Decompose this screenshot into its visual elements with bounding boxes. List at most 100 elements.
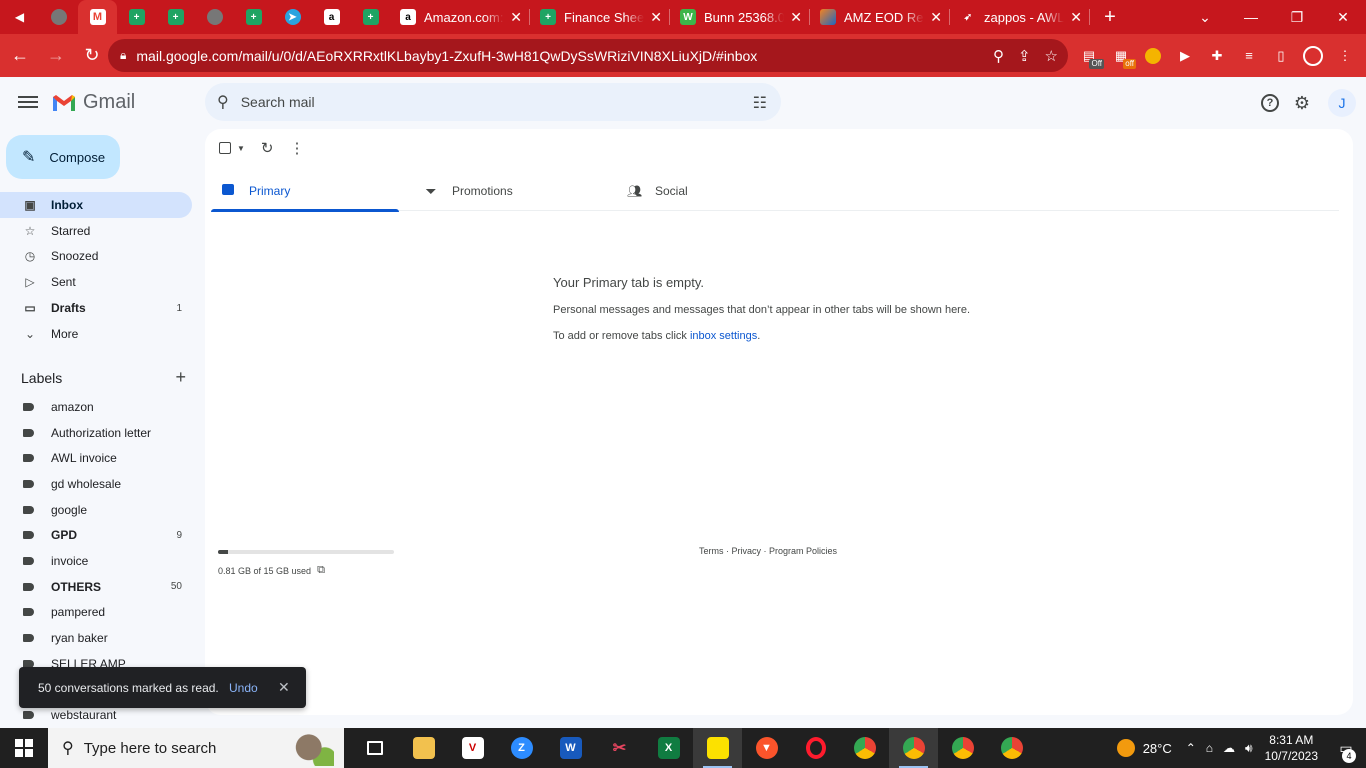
reload-button[interactable]: ↻ (76, 40, 108, 72)
close-icon[interactable]: ✕ (510, 9, 522, 26)
chrome-menu-button[interactable]: ⋮ (1334, 45, 1356, 67)
extension-3[interactable] (1142, 45, 1164, 67)
start-button[interactable] (0, 728, 48, 768)
media-control[interactable]: ≡ (1238, 45, 1260, 67)
profile-button[interactable] (1302, 45, 1324, 67)
search-icon[interactable]: ⚲ (217, 92, 229, 112)
cloud-icon[interactable]: ☁ (1223, 741, 1235, 756)
pinned-tab-5[interactable] (195, 0, 234, 34)
taskbar-app-sticky-notes[interactable] (693, 728, 742, 768)
weather-temperature[interactable]: 28°C (1143, 741, 1172, 756)
extension-4[interactable]: ▶ (1174, 45, 1196, 67)
compose-button[interactable]: ✎ Compose (6, 135, 120, 179)
program-policies-link[interactable]: Program Policies (769, 546, 837, 556)
taskbar-clock[interactable]: 8:31 AM 10/7/2023 (1265, 732, 1318, 764)
tab-search-button[interactable]: ⌄ (1182, 0, 1228, 34)
weather-sun-icon[interactable] (1116, 739, 1135, 757)
main-menu-button[interactable] (18, 93, 38, 113)
tab-promotions[interactable]: ⏷ Promotions (414, 171, 617, 211)
taskbar-search[interactable]: ⚲ Type here to search (48, 728, 344, 768)
label-item[interactable]: AWL invoice (0, 445, 192, 471)
search-input[interactable] (240, 94, 721, 110)
taskbar-app-brave[interactable]: ▼ (742, 728, 791, 768)
extension-1[interactable]: ▤ Off (1078, 45, 1104, 69)
search-bar[interactable]: ⚲ ☷ (205, 83, 781, 121)
help-icon[interactable]: ? (1261, 94, 1279, 112)
close-icon[interactable]: ✕ (930, 9, 942, 26)
tab-zappos[interactable]: ➶ zappos - AWL ✕ (950, 0, 1090, 34)
sidebar-item-inbox[interactable]: ▣ Inbox (0, 192, 192, 218)
add-label-icon[interactable]: + (175, 367, 186, 388)
task-view-button[interactable] (350, 728, 399, 768)
share-icon[interactable]: ⇪ (1018, 47, 1031, 65)
taskbar-app-opera[interactable] (791, 728, 840, 768)
taskbar-app-zoom[interactable]: Z (497, 728, 546, 768)
label-item[interactable]: invoice (0, 548, 192, 574)
address-bar[interactable]: 🔒︎ mail.google.com/mail/u/0/d/AEoRXRRxtl… (108, 39, 1068, 72)
label-item[interactable]: google (0, 497, 192, 523)
close-icon[interactable]: ✕ (650, 9, 662, 26)
taskbar-app-chrome-1[interactable] (840, 728, 889, 768)
taskbar-app-chrome-2[interactable] (889, 728, 938, 768)
zoom-icon[interactable]: ⚲ (993, 47, 1004, 65)
gmail-logo[interactable]: Gmail (51, 91, 135, 114)
external-link-icon[interactable]: ⧉ (317, 564, 325, 577)
volume-icon[interactable]: 🔊︎ (1245, 741, 1253, 756)
label-item[interactable]: ryan baker (0, 625, 192, 651)
chevron-up-icon[interactable]: ⌃ (1186, 741, 1196, 756)
more-options-icon[interactable]: ⋮ (290, 139, 305, 157)
pinned-tab-6[interactable]: + (234, 0, 273, 34)
pinned-tab-4[interactable]: + (156, 0, 195, 34)
label-item[interactable]: GPD 9 (0, 522, 192, 548)
bookmark-star-icon[interactable]: ☆ (1045, 47, 1058, 65)
extensions-menu[interactable]: ✚ (1206, 45, 1228, 67)
pinned-tab-3[interactable]: + (117, 0, 156, 34)
pinned-tab-gmail[interactable]: M (78, 0, 117, 34)
tab-amz-eod[interactable]: AMZ EOD Rep ✕ (810, 0, 950, 34)
refresh-icon[interactable]: ↻ (261, 139, 274, 157)
forward-button[interactable]: → (40, 40, 72, 72)
sidebar-item-sent[interactable]: ▷ Sent (0, 269, 192, 295)
undo-button[interactable]: Undo (229, 681, 258, 695)
avatar[interactable]: J (1328, 89, 1356, 117)
tab-amazon[interactable]: a Amazon.com: ✕ (390, 0, 530, 34)
taskbar-app-chrome-4[interactable] (987, 728, 1036, 768)
tab-social[interactable]: 👥︎ Social (617, 171, 820, 211)
taskbar-app-snip[interactable]: ✂ (595, 728, 644, 768)
inbox-settings-link[interactable]: inbox settings (690, 330, 757, 342)
side-panel-button[interactable]: ▯ (1270, 45, 1292, 67)
extension-2[interactable]: ▦ off (1110, 45, 1136, 69)
close-icon[interactable]: ✕ (1070, 9, 1082, 26)
taskbar-app-excel[interactable]: X (644, 728, 693, 768)
minimize-button[interactable]: — (1228, 0, 1274, 34)
new-tab-button[interactable]: + (1090, 0, 1130, 34)
sidebar-item-more[interactable]: ⌄ More (0, 321, 192, 347)
select-all-checkbox[interactable] (219, 142, 231, 154)
pinned-tab-1[interactable] (39, 0, 78, 34)
sidebar-item-snoozed[interactable]: ◷ Snoozed (0, 244, 192, 270)
taskbar-app-explorer[interactable] (399, 728, 448, 768)
taskbar-app-2[interactable]: V (448, 728, 497, 768)
label-item[interactable]: amazon (0, 394, 192, 420)
taskbar-app-chrome-3[interactable] (938, 728, 987, 768)
label-item[interactable]: gd wholesale (0, 471, 192, 497)
pinned-tab-muted[interactable]: ◀︎ (0, 0, 39, 34)
sidebar-item-drafts[interactable]: ▭ Drafts 1 (0, 295, 192, 321)
tab-finance-sheet[interactable]: + Finance Sheet ✕ (530, 0, 670, 34)
select-dropdown-icon[interactable]: ▼ (237, 144, 245, 153)
close-icon[interactable]: ✕ (790, 9, 802, 26)
privacy-link[interactable]: Privacy (732, 546, 762, 556)
pinned-tab-8[interactable]: a (312, 0, 351, 34)
tab-primary[interactable]: Primary (211, 171, 414, 212)
search-options-icon[interactable]: ☷ (753, 93, 767, 113)
label-item[interactable]: pampered (0, 600, 192, 626)
back-button[interactable]: ← (4, 40, 36, 72)
restore-button[interactable]: ❐ (1274, 0, 1320, 34)
taskbar-app-word[interactable]: W (546, 728, 595, 768)
notification-center-button[interactable]: ▭ 4 (1326, 740, 1366, 763)
pinned-tab-7[interactable]: ➤ (273, 0, 312, 34)
label-item[interactable]: OTHERS 50 (0, 574, 192, 600)
settings-gear-icon[interactable]: ⚙ (1290, 91, 1314, 115)
label-item[interactable]: Authorization letter (0, 420, 192, 446)
pinned-tab-9[interactable]: + (351, 0, 390, 34)
